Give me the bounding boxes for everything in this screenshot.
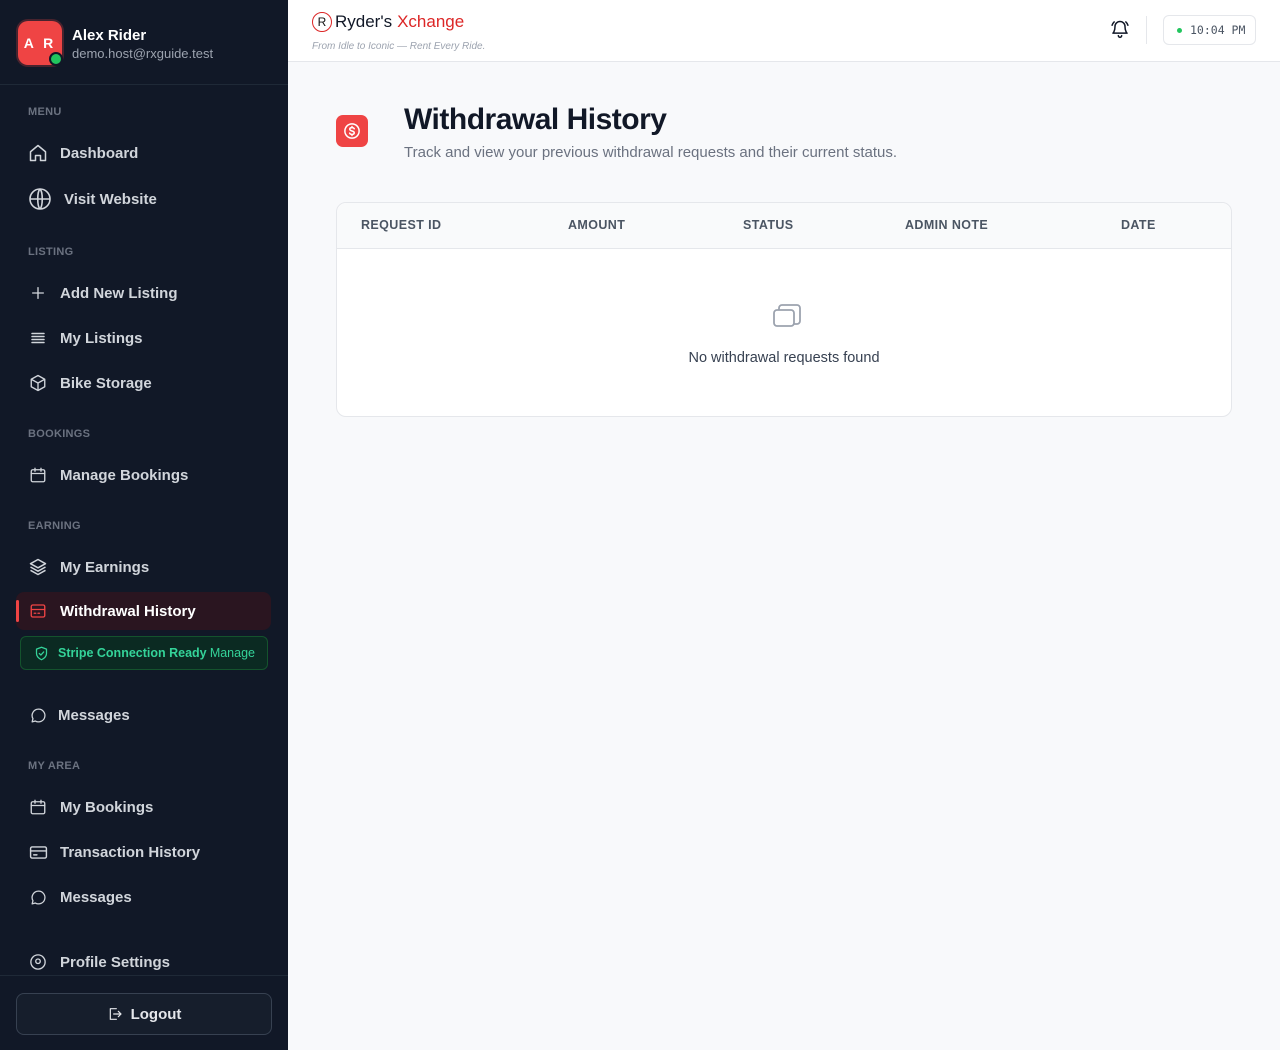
section-label-bookings: BOOKINGS	[28, 428, 91, 440]
user-name: Alex Rider	[72, 27, 147, 44]
sidebar-item-messages-user[interactable]: Messages	[16, 878, 271, 916]
sidebar-item-label: Transaction History	[60, 843, 201, 861]
column-header-date: DATE	[1121, 218, 1156, 232]
chat-bubble-icon	[28, 705, 48, 725]
chat-bubble-icon	[28, 887, 48, 907]
user-circle-icon	[28, 952, 48, 972]
brand-logo[interactable]: R Ryder's Xchange	[312, 12, 464, 32]
calendar-icon	[28, 797, 48, 817]
sidebar-item-label: Visit Website	[64, 190, 157, 208]
clock-status-dot	[1177, 27, 1182, 33]
sidebar-item-my-listings[interactable]: My Listings	[16, 319, 271, 357]
plus-icon	[28, 283, 48, 303]
logout-label: Logout	[130, 1005, 182, 1023]
sidebar-item-label: My Bookings	[60, 798, 154, 816]
sidebar-item-my-earnings[interactable]: My Earnings	[16, 548, 271, 586]
page-subtitle: Track and view your previous withdrawal …	[404, 144, 898, 161]
column-header-status: STATUS	[743, 218, 794, 232]
page-title: Withdrawal History	[404, 103, 667, 136]
stripe-status-text: Stripe Connection Ready	[58, 646, 207, 660]
sidebar-item-label: Messages	[58, 706, 130, 724]
sidebar-item-transaction-history[interactable]: Transaction History	[16, 833, 271, 871]
stripe-connection-status: Stripe Connection Ready Manage	[20, 636, 268, 670]
section-label-listing: LISTING	[28, 246, 74, 258]
notification-bell-icon[interactable]	[1110, 19, 1130, 44]
sidebar-item-label: Dashboard	[60, 144, 139, 162]
section-label-earning: EARNING	[28, 520, 81, 532]
sidebar-item-label: Messages	[60, 888, 132, 906]
dollar-circle-icon	[336, 115, 368, 147]
clock-display: 10:04 PM	[1163, 15, 1256, 45]
user-email: demo.host@rxguide.test	[72, 46, 214, 61]
logout-button[interactable]: Logout	[16, 993, 272, 1035]
top-header: R Ryder's Xchange From Idle to Iconic — …	[288, 0, 1280, 62]
sidebar-item-label: Profile Settings	[60, 953, 171, 971]
logo-text-accent: Xchange	[397, 12, 465, 31]
home-icon	[28, 143, 48, 163]
sidebar-item-label: Bike Storage	[60, 374, 152, 392]
clock-time: 10:04 PM	[1190, 23, 1246, 37]
credit-card-icon	[28, 842, 48, 862]
active-indicator	[16, 600, 19, 622]
sidebar-item-manage-bookings[interactable]: Manage Bookings	[16, 456, 271, 494]
stripe-manage-link[interactable]: Manage	[210, 646, 255, 660]
sidebar: A R Alex Rider demo.host@rxguide.test ME…	[0, 0, 288, 1050]
shield-check-icon	[34, 646, 49, 666]
sidebar-item-label: Withdrawal History	[60, 602, 196, 620]
wallet-icon	[28, 601, 48, 621]
column-header-admin-note: ADMIN NOTE	[905, 218, 989, 232]
logo-text-primary: Ryder's	[335, 12, 393, 31]
sidebar-item-label: Manage Bookings	[60, 466, 189, 484]
list-icon	[28, 328, 48, 348]
sidebar-item-label: My Earnings	[60, 558, 150, 576]
sidebar-item-bike-storage[interactable]: Bike Storage	[16, 364, 271, 402]
user-profile: A R Alex Rider demo.host@rxguide.test	[0, 0, 288, 85]
sidebar-item-add-listing[interactable]: Add New Listing	[16, 274, 271, 312]
brand-tagline: From Idle to Iconic — Rent Every Ride.	[312, 41, 486, 52]
column-header-request-id: REQUEST ID	[361, 218, 442, 232]
globe-icon	[28, 187, 52, 211]
logo-mark: R	[312, 12, 332, 32]
sidebar-item-withdrawal-history[interactable]: Withdrawal History	[16, 592, 271, 630]
sidebar-item-visit-website[interactable]: Visit Website	[16, 180, 271, 218]
sidebar-item-my-bookings[interactable]: My Bookings	[16, 788, 271, 826]
column-header-amount: AMOUNT	[568, 218, 626, 232]
section-label-my-area: MY AREA	[28, 760, 81, 772]
logout-icon	[107, 1006, 123, 1022]
sidebar-item-messages-host[interactable]: Messages	[16, 696, 271, 734]
withdrawal-table: REQUEST ID AMOUNT STATUS ADMIN NOTE DATE…	[336, 202, 1232, 417]
section-label-menu: MENU	[28, 106, 62, 118]
empty-state-message: No withdrawal requests found	[688, 350, 880, 366]
header-divider	[1146, 16, 1147, 44]
layers-icon	[28, 557, 48, 577]
sidebar-item-label: My Listings	[60, 329, 143, 347]
box-icon	[28, 373, 48, 393]
sidebar-item-label: Add New Listing	[60, 284, 178, 302]
calendar-icon	[28, 465, 48, 485]
sidebar-item-dashboard[interactable]: Dashboard	[16, 134, 271, 172]
sidebar-footer: Logout	[0, 975, 288, 1050]
empty-cards-icon	[772, 303, 802, 334]
table-header: REQUEST ID AMOUNT STATUS ADMIN NOTE DATE	[337, 203, 1231, 249]
online-status-dot	[49, 52, 63, 66]
